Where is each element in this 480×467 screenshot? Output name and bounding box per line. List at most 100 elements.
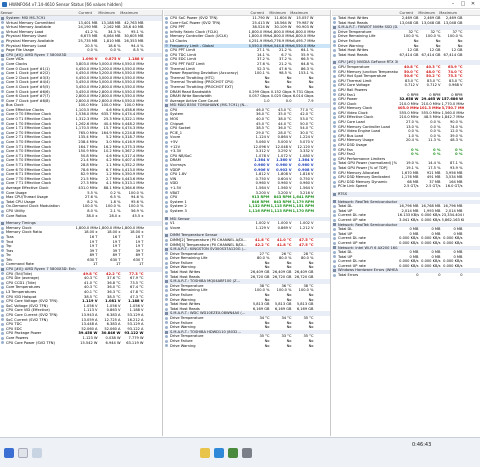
clock[interactable]: 0:46:43 <box>412 442 431 448</box>
sensor-icon <box>165 35 168 39</box>
sensor-icon <box>165 48 168 52</box>
col-maximum[interactable]: Maximum <box>116 10 139 15</box>
sensor-icon <box>1 127 4 131</box>
sensor-row[interactable]: Drive Warning No No No <box>164 344 330 349</box>
col-current[interactable]: Current <box>243 10 265 15</box>
sensor-icon <box>333 180 336 184</box>
current-value: 1T <box>93 262 98 267</box>
sensor-icon <box>1 76 4 80</box>
sensor-icon <box>165 90 168 94</box>
maximum-value: 26,720 GB <box>294 274 314 279</box>
col-sensor[interactable] <box>164 10 243 15</box>
current-value: No <box>264 343 270 348</box>
sensor-icon <box>1 94 4 98</box>
col-current[interactable]: Current <box>392 10 414 15</box>
sensor-name: CPU Core Power (SVI2 TFN) <box>6 340 55 345</box>
sensor-row[interactable]: Vcore 1.129 V 0.869 V 1.212 V <box>164 226 330 231</box>
sensor-icon <box>333 35 336 39</box>
maximum-value: 5,862.163 KB/s <box>441 217 464 222</box>
sensor-icon <box>1 25 4 29</box>
sensor-icon <box>1 186 4 190</box>
sensor-icon <box>333 107 336 111</box>
sensor-icon <box>1 286 4 290</box>
sensor-group-icon <box>333 246 336 250</box>
start-icon[interactable] <box>4 448 14 458</box>
hwinfo-icon[interactable] <box>228 448 238 458</box>
sensor-icon <box>1 318 4 322</box>
sensor-row[interactable]: PCIe Link Speed 2.5 GT/s 2.5 GT/s 16.0 GT/s <box>332 184 480 189</box>
current-value: 2.5 GT/s <box>403 184 419 189</box>
sensor-icon <box>333 264 336 268</box>
sensor-icon <box>165 289 168 293</box>
sensor-row[interactable]: CPU Core Power (SVI2 TFN) 15.542 W 6.944 W… <box>0 341 162 346</box>
settings-icon[interactable] <box>242 448 252 458</box>
sensor-icon <box>165 44 168 48</box>
col-maximum[interactable]: Maximum <box>287 10 309 15</box>
sensor-group-icon <box>1 267 4 271</box>
sensor-icon <box>333 102 336 106</box>
minimize-button[interactable]: – <box>448 1 458 8</box>
explorer-icon[interactable] <box>200 448 210 458</box>
sensor-icon <box>333 125 336 129</box>
current-value: 20.4 % <box>405 138 419 143</box>
sensor-icon <box>1 67 4 71</box>
col-maximum[interactable]: Maximum <box>436 10 458 15</box>
col-minimum[interactable]: Minimum <box>414 10 436 15</box>
sensor-icon <box>1 159 4 163</box>
col-current[interactable]: Current <box>70 10 93 15</box>
sensor-row[interactable]: Total Host Reads 67,414 GB 67,414 GB 67,414… <box>332 53 480 58</box>
sensor-icon <box>165 344 168 348</box>
sensor-icon <box>1 30 4 34</box>
minimum-value: 26,720 GB <box>272 274 292 279</box>
sensor-icon <box>165 182 168 186</box>
sensor-icon <box>165 298 168 302</box>
sensor-icon <box>333 97 336 101</box>
sensor-icon <box>1 304 4 308</box>
minimum-value: 41.8 °C <box>276 242 292 247</box>
sensor-icon <box>333 153 336 157</box>
sensor-row[interactable]: Core Ratios 38.0 x 28.0 x 45.5 x <box>0 214 162 219</box>
sensor-panel-3[interactable]: Current Minimum Maximum Total Host Write… <box>332 10 480 436</box>
sensor-panel-2[interactable]: Current Minimum Maximum CPU SoC Power (S… <box>164 10 331 436</box>
sensor-icon <box>1 85 4 89</box>
current-value: 42.2 °C <box>254 242 270 247</box>
col-sensor[interactable] <box>332 10 392 15</box>
sensor-icon <box>333 227 336 231</box>
sensor-icon <box>333 162 336 166</box>
sensor-icon <box>333 214 336 218</box>
browser-icon[interactable] <box>214 448 224 458</box>
sensor-icon <box>1 300 4 304</box>
maximize-button[interactable]: □ <box>458 1 468 8</box>
maximum-value: 1.212 V <box>299 225 314 230</box>
sensor-icon <box>165 140 168 144</box>
sensor-icon <box>1 172 4 176</box>
sensor-icon <box>333 185 336 189</box>
sensor-icon <box>333 241 336 245</box>
sensor-icon <box>165 303 168 307</box>
maximum-value: 7.9 <box>307 98 314 103</box>
sensor-icon <box>165 21 168 25</box>
sensor-icon <box>165 172 168 176</box>
col-sensor[interactable]: Sensor <box>0 10 70 15</box>
taskbar: 0:46:43 <box>0 437 480 467</box>
sensor-icon <box>165 284 168 288</box>
sensor-icon <box>165 321 168 325</box>
sensor-icon <box>165 117 168 121</box>
sensor-icon <box>165 39 168 43</box>
col-minimum[interactable]: Minimum <box>93 10 116 15</box>
sensor-panel-1[interactable]: Sensor Current Minimum Maximum System: M… <box>0 10 163 436</box>
sensor-icon <box>165 168 168 172</box>
sensor-row[interactable]: System 3 1,116 RPM 1,113 RPM 1,170 RPM <box>164 209 330 214</box>
close-button[interactable]: ✕ <box>468 1 478 8</box>
sensor-row[interactable]: Total Errors 0 0 0 <box>332 273 480 278</box>
search-icon[interactable] <box>18 448 28 458</box>
sensor-icon <box>333 255 336 259</box>
maximum-value: 47.5 °C <box>298 242 314 247</box>
sensor-list: System: MSI MS-7C91 Virtual Memory Commit… <box>0 16 162 345</box>
maximum-value: 0.968 V <box>448 83 463 88</box>
col-minimum[interactable]: Minimum <box>265 10 287 15</box>
sensor-icon <box>1 327 4 331</box>
taskview-icon[interactable] <box>32 448 42 458</box>
maximum-value: No <box>308 343 314 348</box>
minimum-value: No <box>286 325 292 330</box>
